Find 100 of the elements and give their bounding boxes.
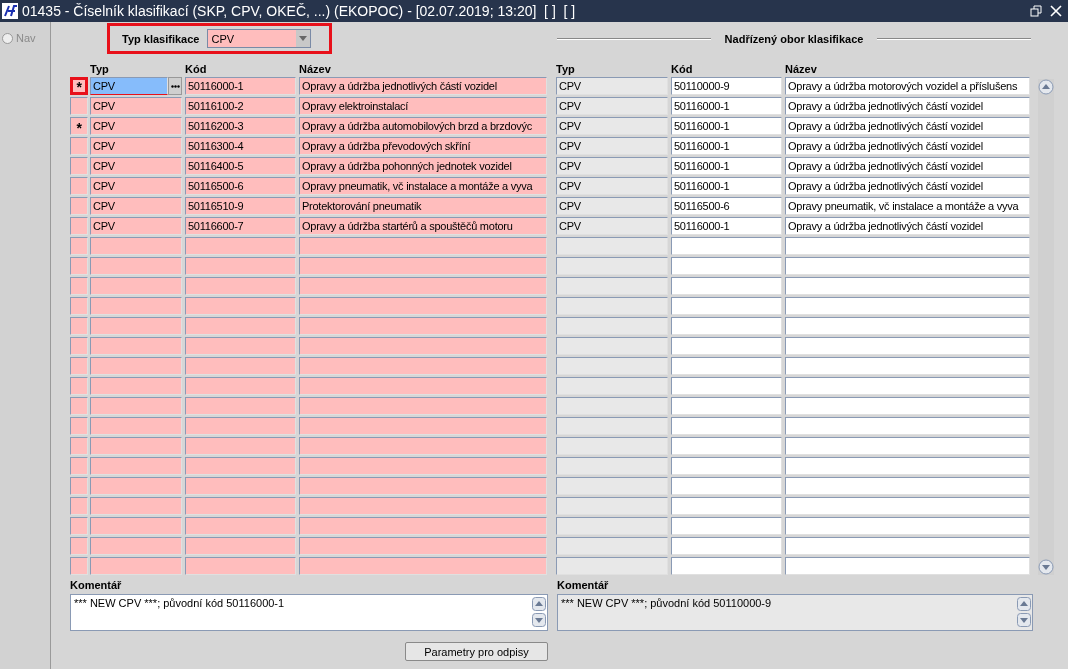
input-field[interactable]: Opravy a údržba jednotlivých částí vozidel (785, 217, 1030, 235)
input-field[interactable] (671, 497, 782, 515)
input-field[interactable]: CPV (90, 177, 182, 195)
input-field[interactable]: 50116510-9 (185, 197, 296, 215)
input-field[interactable] (90, 277, 182, 295)
more-button[interactable] (168, 77, 182, 95)
input-field[interactable] (785, 237, 1030, 255)
input-field[interactable] (785, 537, 1030, 555)
input-field[interactable] (90, 357, 182, 375)
row-marker[interactable] (70, 477, 88, 495)
input-field[interactable] (671, 297, 782, 315)
input-field[interactable] (299, 437, 547, 455)
input-field[interactable] (671, 417, 782, 435)
input-field[interactable] (90, 377, 182, 395)
row-marker[interactable] (70, 217, 88, 235)
input-field[interactable] (90, 457, 182, 475)
input-field[interactable] (90, 557, 182, 575)
input-field[interactable] (671, 337, 782, 355)
input-field[interactable] (90, 397, 182, 415)
input-field[interactable] (299, 397, 547, 415)
input-field[interactable]: Opravy a údržba jednotlivých částí vozidel (785, 97, 1030, 115)
input-field[interactable] (785, 257, 1030, 275)
row-marker[interactable]: * (70, 77, 88, 95)
row-marker[interactable] (70, 317, 88, 335)
row-marker[interactable] (70, 357, 88, 375)
input-field[interactable] (90, 537, 182, 555)
input-field[interactable] (671, 477, 782, 495)
input-field[interactable] (299, 257, 547, 275)
input-field[interactable] (671, 537, 782, 555)
input-field[interactable]: 50116000-1 (185, 77, 296, 95)
input-field[interactable] (299, 377, 547, 395)
close-icon[interactable] (1050, 5, 1062, 17)
input-field[interactable] (299, 477, 547, 495)
input-field[interactable]: 50116000-1 (671, 97, 782, 115)
input-field[interactable] (185, 317, 296, 335)
input-field[interactable]: Opravy a údržba jednotlivých částí vozidel (785, 157, 1030, 175)
input-field[interactable] (785, 437, 1030, 455)
input-field[interactable] (90, 237, 182, 255)
input-field[interactable] (185, 337, 296, 355)
input-field[interactable]: 50116000-1 (671, 137, 782, 155)
input-field[interactable] (671, 237, 782, 255)
input-field[interactable] (185, 357, 296, 375)
scroll-down-icon[interactable] (1038, 559, 1054, 575)
input-field[interactable] (299, 417, 547, 435)
input-field[interactable]: CPV (90, 197, 182, 215)
input-field[interactable] (90, 257, 182, 275)
input-field[interactable] (90, 517, 182, 535)
input-field[interactable] (785, 457, 1030, 475)
scroll-down-icon[interactable] (1017, 613, 1031, 627)
input-field[interactable]: Opravy elektroinstalací (299, 97, 547, 115)
row-marker[interactable] (70, 157, 88, 175)
input-field[interactable] (785, 517, 1030, 535)
input-field[interactable] (671, 317, 782, 335)
input-field[interactable] (671, 397, 782, 415)
input-field[interactable]: 50116500-6 (185, 177, 296, 195)
input-field[interactable]: CPV (90, 117, 182, 135)
input-field[interactable] (299, 237, 547, 255)
row-marker[interactable] (70, 277, 88, 295)
input-field[interactable] (299, 297, 547, 315)
input-field[interactable] (299, 277, 547, 295)
input-field[interactable] (785, 337, 1030, 355)
input-field[interactable]: CPV (90, 77, 168, 95)
input-field[interactable] (185, 517, 296, 535)
input-field[interactable] (299, 517, 547, 535)
input-field[interactable]: Opravy pneumatik, vč instalace a montáže a vyva (785, 197, 1030, 215)
input-field[interactable] (185, 477, 296, 495)
scroll-up-icon[interactable] (532, 597, 546, 611)
input-field[interactable] (185, 557, 296, 575)
input-field[interactable]: Protektorování pneumatik (299, 197, 547, 215)
scrollbar[interactable] (1038, 79, 1054, 575)
input-field[interactable]: Opravy a údržba motorových vozidel a příslušens (785, 77, 1030, 95)
input-field[interactable] (299, 537, 547, 555)
comment-field[interactable]: *** NEW CPV ***; původní kód 50116000-1 (70, 594, 548, 631)
input-field[interactable] (785, 277, 1030, 295)
row-marker[interactable] (70, 197, 88, 215)
input-field[interactable]: 50116500-6 (671, 197, 782, 215)
input-field[interactable]: Opravy a údržba jednotlivých částí vozidel (785, 177, 1030, 195)
row-marker[interactable] (70, 297, 88, 315)
input-field[interactable]: 50116000-1 (671, 157, 782, 175)
input-field[interactable]: 50116000-1 (671, 217, 782, 235)
row-marker[interactable] (70, 437, 88, 455)
row-marker[interactable] (70, 537, 88, 555)
input-field[interactable] (785, 357, 1030, 375)
row-marker[interactable] (70, 97, 88, 115)
input-field[interactable] (785, 377, 1030, 395)
input-field[interactable] (185, 457, 296, 475)
input-field[interactable]: CPV (90, 137, 182, 155)
input-field[interactable] (671, 457, 782, 475)
input-field[interactable] (90, 437, 182, 455)
input-field[interactable] (785, 317, 1030, 335)
row-marker[interactable] (70, 417, 88, 435)
parameters-button[interactable]: Parametry pro odpisy (405, 642, 548, 661)
input-field[interactable] (671, 257, 782, 275)
row-marker[interactable] (70, 257, 88, 275)
input-field[interactable] (785, 397, 1030, 415)
input-field[interactable] (671, 377, 782, 395)
input-field[interactable] (185, 277, 296, 295)
input-field[interactable]: 50116000-1 (671, 177, 782, 195)
scroll-down-icon[interactable] (532, 613, 546, 627)
input-field[interactable] (185, 537, 296, 555)
